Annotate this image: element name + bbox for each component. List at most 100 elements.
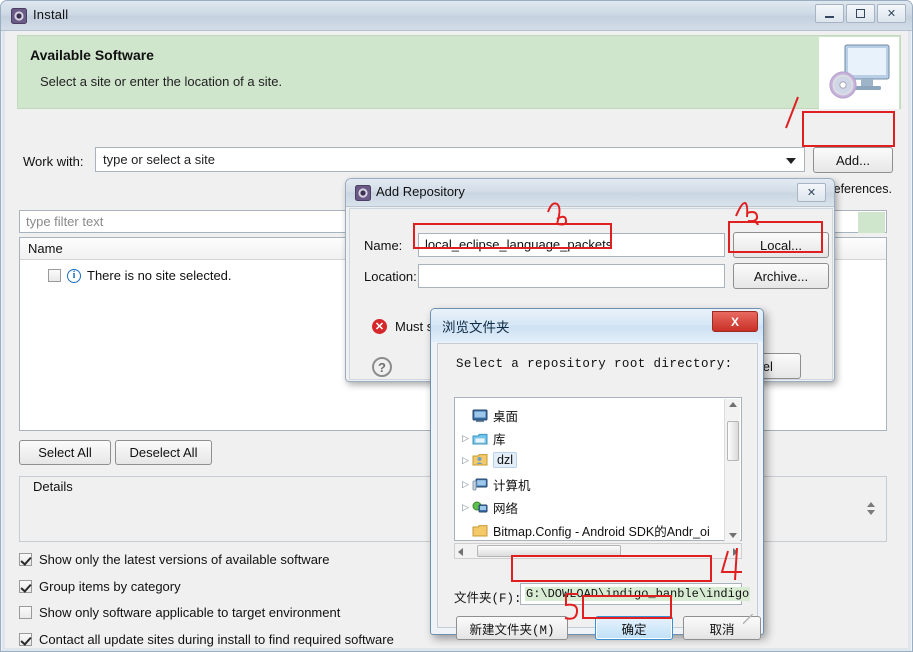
- browse-prompt: Select a repository root directory:: [456, 357, 733, 371]
- monitor-cd-icon: [829, 44, 890, 99]
- tree-item-label: dzl: [493, 452, 517, 468]
- checkbox-contact-update-sites[interactable]: [19, 633, 32, 646]
- option-label: Show only the latest versions of availab…: [39, 552, 330, 567]
- filter-placeholder: type filter text: [26, 214, 104, 229]
- error-icon: ✕: [372, 319, 387, 334]
- tree-item-label: 库: [493, 433, 506, 447]
- browse-folder-title: 浏览文件夹: [442, 320, 510, 335]
- row-checkbox[interactable]: [48, 269, 61, 282]
- checkbox-show-latest-versions[interactable]: [19, 553, 32, 566]
- network-icon: [472, 501, 488, 512]
- local-button[interactable]: Local...: [733, 232, 829, 258]
- eclipse-install-icon: [355, 185, 371, 201]
- browse-folder-close-button[interactable]: X: [712, 311, 758, 332]
- scroll-up-icon[interactable]: [729, 402, 737, 407]
- option-label: Group items by category: [39, 579, 181, 594]
- tree-item-library[interactable]: ▷ 库: [459, 429, 506, 448]
- name-input[interactable]: local_eclipse_language_packets: [418, 233, 725, 257]
- up-down-spinner-icon[interactable]: [864, 497, 878, 519]
- add-repository-title-bar: Add Repository ✕: [346, 179, 834, 207]
- details-legend: Details: [29, 479, 77, 494]
- add-repository-close-button[interactable]: ✕: [797, 183, 826, 202]
- close-icon: ✕: [886, 8, 897, 20]
- option-target-environment[interactable]: Show only software applicable to target …: [19, 605, 340, 620]
- folder-path-label: 文件夹(F):: [454, 592, 522, 606]
- column-header-name: Name: [28, 241, 63, 256]
- minimize-button[interactable]: [815, 4, 844, 23]
- close-icon: X: [730, 314, 739, 329]
- tree-item-label: 桌面: [493, 410, 519, 424]
- info-icon: i: [67, 268, 81, 283]
- folder-tree[interactable]: 桌面 ▷ 库 ▷ dzl ▷ 计算机 ▷ 网络 Bitmap.Config - …: [454, 397, 742, 541]
- desktop-icon: [472, 409, 488, 422]
- chevron-right-icon[interactable]: ▷: [459, 433, 472, 444]
- tree-item-label: 计算机: [493, 479, 531, 493]
- select-all-button[interactable]: Select All: [19, 440, 111, 465]
- minimize-icon: [825, 16, 834, 18]
- chevron-right-icon[interactable]: ▷: [459, 502, 472, 513]
- folder-icon: [472, 524, 488, 536]
- page-title: Available Software: [30, 47, 154, 63]
- computer-icon: [472, 478, 488, 490]
- work-with-label: Work with:: [23, 154, 84, 169]
- new-folder-button[interactable]: 新建文件夹(M): [456, 616, 568, 640]
- tree-item-label: 网络: [493, 502, 519, 516]
- scroll-down-icon[interactable]: [729, 533, 737, 538]
- chevron-right-icon[interactable]: ▷: [459, 455, 472, 466]
- tree-item-label: Bitmap.Config - Android SDK的Andr_oi: [493, 525, 710, 539]
- maximize-icon: [856, 9, 865, 18]
- tree-horizontal-scrollbar[interactable]: [454, 543, 742, 559]
- add-repository-title: Add Repository: [376, 184, 465, 199]
- location-label: Location:: [364, 269, 417, 284]
- scroll-left-icon[interactable]: [458, 548, 463, 556]
- chevron-right-icon[interactable]: ▷: [459, 479, 472, 490]
- work-with-value: type or select a site: [103, 152, 215, 167]
- tree-item-dzl[interactable]: ▷ dzl: [459, 452, 517, 468]
- folder-path-input[interactable]: G:\DOWLOAD\indigo_banble\indigo: [520, 583, 751, 605]
- tree-item-network[interactable]: ▷ 网络: [459, 498, 518, 517]
- ok-button[interactable]: 确定: [595, 616, 673, 640]
- close-icon: ✕: [806, 187, 817, 199]
- checkbox-target-environment[interactable]: [19, 606, 32, 619]
- close-button[interactable]: ✕: [877, 4, 906, 23]
- help-question-icon[interactable]: ?: [372, 357, 392, 377]
- install-title-bar: Install ✕: [1, 1, 912, 31]
- window-controls: ✕: [815, 4, 906, 23]
- screenshot-root: Install ✕ Available Software Select a si…: [0, 0, 913, 652]
- tree-item-desktop[interactable]: 桌面: [459, 406, 518, 425]
- library-folder-icon: [472, 433, 488, 444]
- work-with-combo[interactable]: type or select a site: [95, 147, 805, 172]
- tree-vertical-scrollbar[interactable]: [724, 399, 740, 541]
- scroll-right-icon[interactable]: [733, 548, 738, 556]
- table-row[interactable]: i There is no site selected.: [48, 268, 232, 283]
- row-label: There is no site selected.: [87, 268, 232, 283]
- option-group-by-category[interactable]: Group items by category: [19, 579, 181, 594]
- tree-item-bitmap-config[interactable]: Bitmap.Config - Android SDK的Andr_oi: [459, 521, 727, 540]
- browse-folder-panel: Select a repository root directory: 桌面 ▷: [437, 343, 761, 640]
- page-subtitle: Select a site or enter the location of a…: [40, 74, 283, 89]
- name-label: Name:: [364, 238, 403, 253]
- filter-indicator: [858, 212, 885, 233]
- archive-button[interactable]: Archive...: [733, 263, 829, 289]
- option-contact-update-sites[interactable]: Contact all update sites during install …: [19, 632, 394, 647]
- resize-grip-icon[interactable]: [743, 614, 753, 624]
- chevron-down-icon[interactable]: [786, 158, 796, 164]
- header-art: [819, 37, 899, 109]
- wizard-header: Available Software Select a site or ente…: [17, 35, 901, 109]
- tree-item-computer[interactable]: ▷ 计算机: [459, 475, 531, 494]
- scroll-thumb[interactable]: [727, 421, 739, 461]
- scroll-thumb[interactable]: [477, 545, 621, 557]
- option-label: Contact all update sites during install …: [39, 632, 394, 647]
- eclipse-install-icon: [11, 8, 27, 24]
- option-show-latest-versions[interactable]: Show only the latest versions of availab…: [19, 552, 330, 567]
- checkbox-group-by-category[interactable]: [19, 580, 32, 593]
- deselect-all-button[interactable]: Deselect All: [115, 440, 212, 465]
- add-button[interactable]: Add...: [813, 147, 893, 173]
- browse-folder-title-bar: 浏览文件夹 X: [431, 309, 763, 342]
- location-input[interactable]: [418, 264, 725, 288]
- option-label: Show only software applicable to target …: [39, 605, 341, 620]
- maximize-button[interactable]: [846, 4, 875, 23]
- user-folder-icon: [472, 454, 488, 466]
- browse-folder-dialog: 浏览文件夹 X Select a repository root directo…: [430, 308, 764, 640]
- folder-path-value: G:\DOWLOAD\indigo_banble\indigo: [525, 587, 751, 601]
